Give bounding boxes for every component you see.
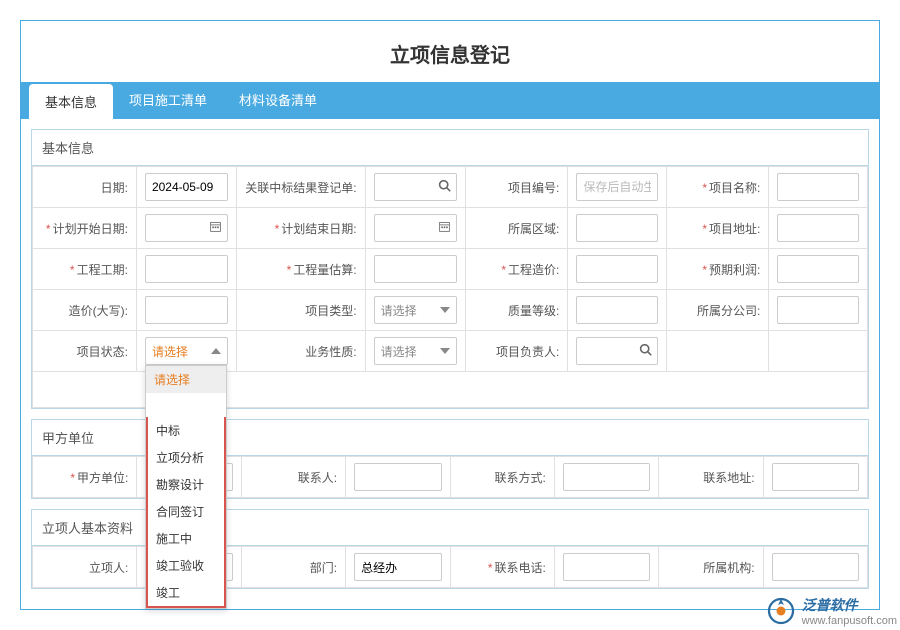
input-contact-addr[interactable]	[772, 463, 859, 491]
input-estimate[interactable]	[374, 255, 457, 283]
dropdown-option[interactable]: 合同签订	[148, 498, 224, 525]
input-contact-way[interactable]	[563, 463, 650, 491]
input-dept[interactable]	[354, 553, 441, 581]
brand-name: 泛普软件	[802, 597, 858, 613]
select-project-type[interactable]: 请选择	[374, 296, 457, 324]
select-status[interactable]: 请选择	[145, 337, 228, 365]
label-cost-cn: 造价(大写):	[33, 290, 137, 331]
dropdown-option[interactable]: 勘察设计	[148, 471, 224, 498]
input-region[interactable]	[576, 214, 658, 242]
dropdown-option[interactable]: 中标	[148, 417, 224, 444]
label-phone: 联系电话:	[488, 561, 546, 575]
dropdown-option[interactable]: 施工中	[148, 525, 224, 552]
label-profit: 预期利润:	[702, 263, 760, 277]
section-basic-info: 基本信息 日期: 关联中标结果登记单: 项目编号: 项目名称:	[31, 129, 869, 409]
dropdown-option[interactable]: 立项分析	[148, 444, 224, 471]
brand-url: www.fanpusoft.com	[802, 615, 897, 627]
label-plan-start: 计划开始日期:	[46, 222, 128, 236]
page-frame: 立项信息登记 基本信息 项目施工清单 材料设备清单 基本信息 日期: 关联中标结…	[20, 20, 880, 610]
label-branch: 所属分公司:	[666, 290, 768, 331]
label-contact-addr: 联系地址:	[659, 457, 763, 498]
label-region: 所属区域:	[465, 208, 567, 249]
label-duration: 工程工期:	[70, 263, 128, 277]
label-biz-nature: 业务性质:	[237, 331, 365, 372]
input-project-name[interactable]	[777, 173, 859, 201]
input-quality[interactable]	[576, 296, 658, 324]
input-cost-cn[interactable]	[145, 296, 228, 324]
caret-down-icon	[440, 307, 450, 313]
label-contact: 联系人:	[241, 457, 345, 498]
select-biz-nature[interactable]: 请选择	[374, 337, 457, 365]
label-contact-way: 联系方式:	[450, 457, 554, 498]
caret-down-icon	[440, 348, 450, 354]
label-dept: 部门:	[241, 547, 345, 588]
label-status: 项目状态:	[33, 331, 137, 372]
input-profit[interactable]	[777, 255, 859, 283]
label-project-no: 项目编号:	[465, 167, 567, 208]
section-header-basic: 基本信息	[32, 130, 868, 166]
input-date[interactable]	[145, 173, 228, 201]
label-estimate: 工程量估算:	[287, 263, 357, 277]
label-date: 日期:	[33, 167, 137, 208]
label-quality: 质量等级:	[465, 290, 567, 331]
tab-material-list[interactable]: 材料设备清单	[223, 82, 333, 119]
dropdown-option[interactable]: 竣工	[148, 579, 224, 606]
label-bid-link: 关联中标结果登记单:	[237, 167, 365, 208]
input-bid-link[interactable]	[374, 173, 457, 201]
basic-form-table: 日期: 关联中标结果登记单: 项目编号: 项目名称: 计划开始	[32, 166, 868, 408]
label-project-name: 项目名称:	[702, 181, 760, 195]
input-duration[interactable]	[145, 255, 228, 283]
status-dropdown: 请选择 中标 立项分析 勘察设计 合同签订 施工中 竣工验收 竣工	[145, 365, 227, 609]
page-title: 立项信息登记	[21, 21, 879, 82]
label-party-a-unit: 甲方单位:	[70, 471, 128, 485]
input-project-addr[interactable]	[777, 214, 859, 242]
label-project-type: 项目类型:	[237, 290, 365, 331]
tab-bar: 基本信息 项目施工清单 材料设备清单	[21, 82, 879, 119]
input-branch[interactable]	[777, 296, 859, 324]
label-org: 所属机构:	[659, 547, 763, 588]
content-area: 基本信息 日期: 关联中标结果登记单: 项目编号: 项目名称:	[21, 119, 879, 609]
input-owner[interactable]	[576, 337, 658, 365]
tab-construction-list[interactable]: 项目施工清单	[113, 82, 223, 119]
caret-up-icon	[211, 348, 221, 354]
label-project-addr: 项目地址:	[702, 222, 760, 236]
label-cost: 工程造价:	[501, 263, 559, 277]
dropdown-option-placeholder[interactable]: 请选择	[146, 366, 226, 393]
label-owner: 项目负责人:	[465, 331, 567, 372]
input-plan-start[interactable]	[145, 214, 228, 242]
input-plan-end[interactable]	[374, 214, 457, 242]
input-contact[interactable]	[354, 463, 441, 491]
label-plan-end: 计划结束日期:	[275, 222, 357, 236]
input-org[interactable]	[772, 553, 859, 581]
dropdown-option[interactable]: 竣工验收	[148, 552, 224, 579]
label-applicant: 立项人:	[33, 547, 137, 588]
brand-logo-icon	[766, 596, 796, 626]
input-cost[interactable]	[576, 255, 658, 283]
tab-basic-info[interactable]: 基本信息	[29, 84, 113, 119]
input-phone[interactable]	[563, 553, 650, 581]
input-project-no[interactable]	[576, 173, 658, 201]
